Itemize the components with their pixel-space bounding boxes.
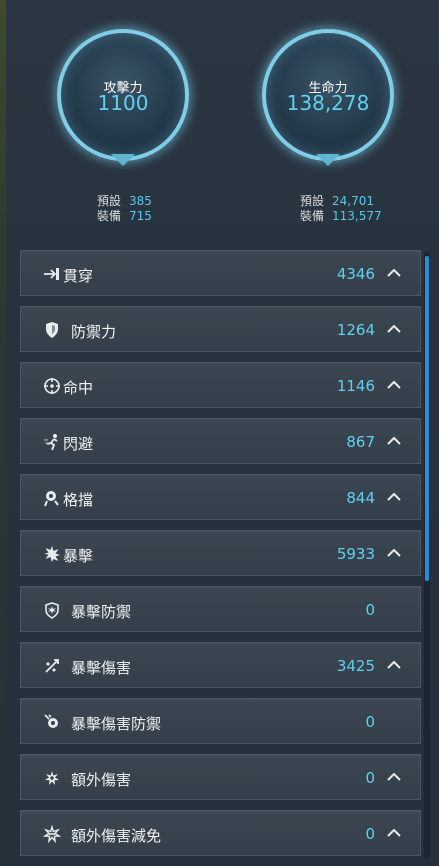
stat-value: 4346: [336, 265, 375, 283]
stat-row[interactable]: 暴擊傷害 3425: [20, 642, 421, 688]
attack-value: 1100: [97, 91, 149, 115]
scrollbar-thumb[interactable]: [425, 256, 429, 581]
chevron-up-icon[interactable]: [386, 825, 402, 841]
hp-preset-value: 24,701: [332, 194, 375, 208]
critical-icon: [43, 545, 61, 563]
stat-name: 暴擊傷害防禦: [71, 715, 162, 733]
stat-value: 1146: [336, 377, 375, 395]
stat-name: 貫穿: [63, 267, 94, 285]
stat-name: 閃避: [63, 435, 94, 453]
stat-value: 844: [346, 489, 375, 507]
stat-row[interactable]: 防禦力 1264: [20, 306, 421, 352]
hp-orb: 生命力 138,278: [262, 29, 394, 169]
hp-breakdown: 預設 24,701 裝備 113,577: [300, 194, 382, 223]
stat-row[interactable]: 命中 1146: [20, 362, 421, 408]
summary-header: 攻擊力 1100 生命力 138,278 預設 385 裝備 715 預設 24,70…: [0, 0, 439, 236]
attack-breakdown: 預設 385 裝備 715: [97, 194, 152, 223]
stat-value: 0: [365, 769, 375, 787]
block-icon: [43, 489, 61, 507]
stat-name: 防禦力: [71, 323, 117, 341]
stat-name: 格擋: [63, 491, 94, 509]
stat-value: 3425: [336, 657, 375, 675]
chevron-up-icon[interactable]: [386, 489, 402, 505]
critical-damage-icon: [43, 657, 61, 675]
chevron-up-icon[interactable]: [386, 321, 402, 337]
hp-equip-value: 113,577: [332, 209, 382, 223]
stat-name: 暴擊傷害: [71, 659, 132, 677]
shield-icon: [43, 321, 61, 339]
stat-row[interactable]: 貫穿 4346: [20, 250, 421, 296]
chevron-up-icon[interactable]: [386, 657, 402, 673]
stat-value: 867: [346, 433, 375, 451]
stat-value: 0: [365, 825, 375, 843]
stat-value: 0: [365, 713, 375, 731]
critical-damage-defense-icon: [43, 713, 61, 731]
extra-damage-icon: [43, 769, 61, 787]
stat-name: 額外傷害減免: [71, 827, 162, 845]
attack-preset-value: 385: [129, 194, 152, 208]
chevron-up-icon[interactable]: [386, 433, 402, 449]
chevron-up-icon[interactable]: [386, 377, 402, 393]
crosshair-icon: [43, 377, 61, 395]
attack-equip-value: 715: [129, 209, 152, 223]
stat-value: 0: [365, 601, 375, 619]
chevron-up-icon[interactable]: [386, 265, 402, 281]
stat-row: 暴擊防禦 0: [20, 586, 421, 632]
chevron-up-icon[interactable]: [386, 545, 402, 561]
pierce-icon: [43, 265, 61, 283]
stat-row[interactable]: 額外傷害減免 0: [20, 810, 421, 856]
attack-orb: 攻擊力 1100: [57, 29, 189, 169]
stat-row[interactable]: 閃避 867: [20, 418, 421, 464]
critical-defense-icon: [43, 601, 61, 619]
stat-name: 命中: [63, 379, 94, 397]
stat-name: 暴擊防禦: [71, 603, 132, 621]
stat-name: 額外傷害: [71, 771, 132, 789]
dodge-icon: [43, 433, 61, 451]
stat-row: 暴擊傷害防禦 0: [20, 698, 421, 744]
stat-row[interactable]: 暴擊 5933: [20, 530, 421, 576]
hp-value: 138,278: [286, 91, 370, 115]
stat-value: 5933: [336, 545, 375, 563]
chevron-up-icon[interactable]: [386, 769, 402, 785]
stat-name: 暴擊: [63, 547, 94, 565]
extra-damage-reduction-icon: [43, 825, 61, 843]
stat-row[interactable]: 格擋 844: [20, 474, 421, 520]
stat-row[interactable]: 額外傷害 0: [20, 754, 421, 800]
stat-value: 1264: [336, 321, 375, 339]
